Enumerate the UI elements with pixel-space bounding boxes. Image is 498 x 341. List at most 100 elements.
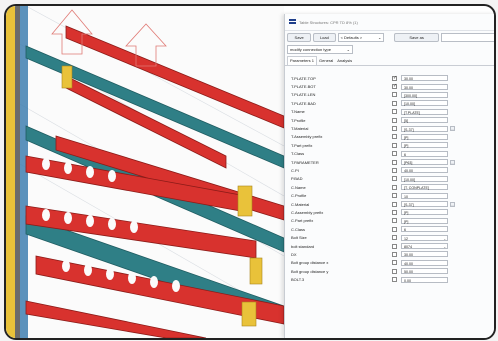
parameter-label: C.Class bbox=[291, 226, 306, 232]
save-as-name-input[interactable] bbox=[440, 32, 494, 42]
parameter-checkbox[interactable] bbox=[392, 100, 397, 106]
tab-parameters-1[interactable]: Parameters 1 bbox=[287, 56, 318, 65]
parameter-checkbox[interactable] bbox=[392, 184, 397, 190]
parameter-value: 30.00 bbox=[404, 77, 413, 82]
parameter-value: [T.PLATE] bbox=[404, 110, 420, 115]
parameter-value-input[interactable]: 8074 ⌄ bbox=[401, 243, 448, 249]
parameter-checkbox[interactable] bbox=[392, 75, 397, 81]
parameter-value-input[interactable]: [P] bbox=[401, 217, 448, 224]
parameter-value-input[interactable]: [P] bbox=[401, 142, 448, 149]
parameter-value-input[interactable]: [P] bbox=[401, 209, 448, 216]
parameter-checkbox[interactable] bbox=[392, 218, 397, 224]
parameter-value: [P] bbox=[404, 219, 409, 224]
preset-select[interactable]: < Defaults > ⌄ bbox=[337, 32, 385, 42]
parameter-checkbox[interactable] bbox=[392, 109, 397, 115]
parameter-value: [5] bbox=[404, 119, 408, 124]
parameter-label: T.Assembly prefix bbox=[291, 134, 323, 140]
app-logo-icon bbox=[289, 19, 296, 25]
parameter-label: C.Profile bbox=[291, 193, 307, 199]
parameter-checkbox[interactable] bbox=[392, 134, 397, 140]
parameter-checkbox[interactable] bbox=[392, 92, 397, 98]
parameter-row: P.BAD [10.00] bbox=[285, 175, 494, 183]
parameter-value-input[interactable]: 40.00 bbox=[401, 259, 448, 266]
browse-button[interactable]: … bbox=[450, 201, 455, 207]
save-button[interactable]: Save bbox=[287, 32, 312, 42]
parameter-value-input[interactable]: [P63] bbox=[401, 159, 448, 166]
parameter-label: bolt standard bbox=[291, 243, 315, 249]
connection-type-value: modify connection type bbox=[290, 46, 331, 52]
parameter-checkbox[interactable] bbox=[392, 193, 397, 199]
parameter-label: T.Material bbox=[291, 126, 309, 132]
parameter-checkbox[interactable] bbox=[392, 117, 397, 123]
parameter-value-input[interactable]: [5] bbox=[401, 117, 448, 124]
parameter-value-input[interactable]: [300.00] bbox=[401, 91, 448, 98]
parameter-value-input[interactable]: 10 bbox=[401, 192, 448, 199]
parameter-row: T.Part prefix [P] bbox=[285, 141, 494, 149]
parameter-value-input[interactable]: 6 bbox=[401, 226, 448, 233]
parameter-label: T.PARAMETER bbox=[291, 159, 319, 165]
parameter-value-input[interactable]: [T.PLATE] bbox=[401, 108, 448, 115]
parameter-label: T.Part prefix bbox=[291, 142, 313, 148]
parameter-checkbox[interactable] bbox=[392, 83, 397, 90]
parameter-value-input[interactable]: 30.00 bbox=[401, 75, 448, 82]
left-column bbox=[6, 6, 15, 338]
chevron-down-icon: ⌄ bbox=[443, 236, 446, 241]
parameter-value-input[interactable]: [10.00] bbox=[401, 100, 448, 107]
parameter-value-input[interactable]: [S-37] bbox=[401, 125, 448, 132]
parameter-row: T.PLATE.BAD [10.00] bbox=[285, 99, 494, 107]
parameter-label: C.Assembly prefix bbox=[291, 209, 324, 215]
parameter-value-input[interactable]: 12 ⌄ bbox=[401, 234, 448, 241]
parameter-checkbox[interactable] bbox=[392, 268, 397, 274]
browse-button[interactable]: … bbox=[450, 126, 455, 132]
parameter-checkbox[interactable] bbox=[392, 251, 397, 257]
parameter-value-input[interactable]: [T. CONPLATE] bbox=[401, 184, 448, 191]
parameter-row: C.PI 40.00 bbox=[285, 166, 494, 174]
parameter-row: Bolt group distance x 40.00 bbox=[285, 259, 494, 267]
parameter-value: [10.00] bbox=[404, 177, 415, 182]
connection-type-select[interactable]: modify connection type ⌄ bbox=[287, 44, 353, 54]
dialog-title: Table Structures: CPR TD 8% (1) bbox=[299, 19, 358, 25]
tab-analysis[interactable]: Analysis bbox=[335, 57, 354, 65]
parameter-checkbox[interactable] bbox=[392, 176, 397, 182]
parameter-value: 30.00 bbox=[404, 85, 413, 90]
browse-button[interactable]: … bbox=[450, 159, 455, 165]
parameter-value-input[interactable]: 0.00 bbox=[401, 276, 448, 283]
tab-general[interactable]: General bbox=[317, 57, 335, 65]
parameter-value-input[interactable]: 40.00 bbox=[401, 167, 448, 174]
parameter-checkbox[interactable] bbox=[392, 201, 397, 207]
parameter-checkbox[interactable] bbox=[392, 151, 397, 157]
parameter-checkbox[interactable] bbox=[392, 159, 397, 165]
parameter-checkbox[interactable] bbox=[392, 167, 397, 173]
parameter-checkbox[interactable] bbox=[392, 142, 397, 148]
parameter-value-input[interactable]: [10.00] bbox=[401, 175, 448, 182]
parameter-value: [S-37] bbox=[404, 127, 414, 132]
parameter-checkbox[interactable] bbox=[392, 243, 397, 249]
parameter-value: [T. CONPLATE] bbox=[404, 186, 429, 191]
parameter-value-input[interactable]: [S-37] bbox=[401, 201, 448, 208]
parameter-checkbox[interactable] bbox=[392, 260, 397, 266]
parameter-row: BOLT.3 0.00 bbox=[285, 275, 494, 283]
model-viewport[interactable] bbox=[6, 6, 284, 338]
parameter-value: [S-37] bbox=[404, 203, 414, 208]
parameter-value-input[interactable]: 30.00 bbox=[401, 83, 448, 90]
parameter-checkbox[interactable] bbox=[392, 209, 397, 215]
save-as-button[interactable]: Save as bbox=[394, 32, 439, 42]
chevron-down-icon: ⌄ bbox=[377, 34, 382, 40]
parameter-label: DX bbox=[291, 251, 297, 257]
parameter-value-input[interactable]: 50.00 bbox=[401, 268, 448, 275]
parameter-row: T.Material [S-37] … bbox=[285, 124, 494, 132]
parameter-value: [P] bbox=[404, 144, 409, 149]
parameter-label: Bolt group distance y bbox=[291, 268, 329, 274]
parameter-value: 40.00 bbox=[404, 169, 413, 174]
parameter-checkbox[interactable] bbox=[392, 277, 397, 283]
parameter-checkbox[interactable] bbox=[392, 235, 397, 241]
load-button[interactable]: Load bbox=[313, 32, 336, 42]
parameter-checkbox[interactable] bbox=[392, 226, 397, 232]
parameter-checkbox[interactable] bbox=[392, 126, 397, 132]
parameter-value-input[interactable]: [P] bbox=[401, 133, 448, 140]
parameter-row: C.Name [T. CONPLATE] bbox=[285, 183, 494, 191]
parameter-value-input[interactable]: 30.00 bbox=[401, 251, 448, 258]
parameter-value-input[interactable]: 6 bbox=[401, 150, 448, 157]
parameter-label: C.Part prefix bbox=[291, 218, 314, 224]
parameter-value: [P63] bbox=[404, 161, 413, 166]
